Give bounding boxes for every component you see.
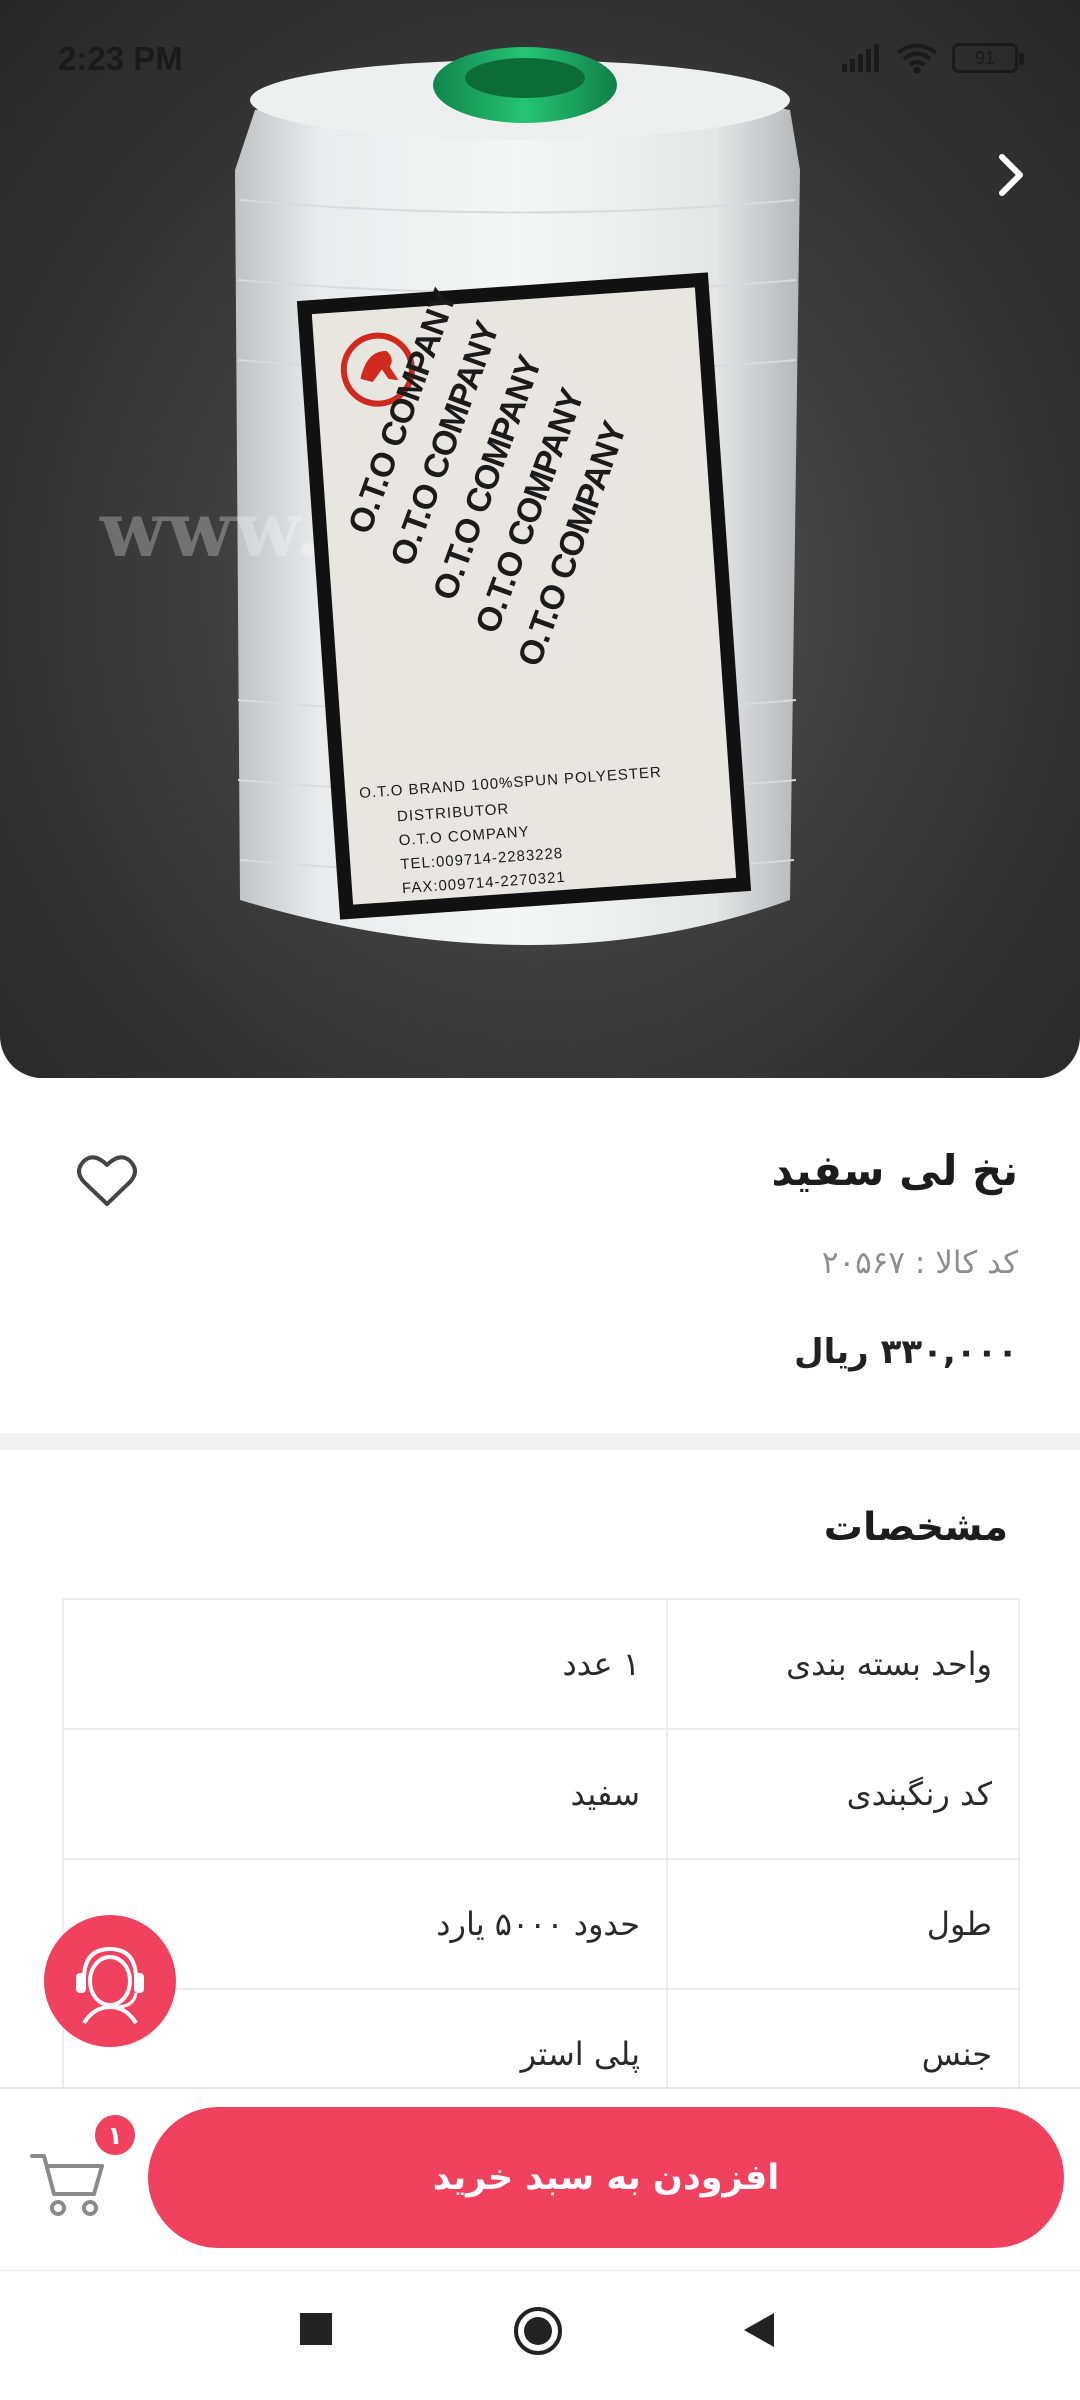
product-price: ۳۳۰,۰۰۰ ریال: [794, 1332, 1018, 1372]
back-triangle-icon[interactable]: [740, 2311, 778, 2349]
spec-key: کد رنگبندی: [666, 1730, 1018, 1858]
home-circle-icon[interactable]: [512, 2305, 564, 2357]
battery-icon: 91: [952, 43, 1024, 73]
product-title: نخ لی سفید: [771, 1146, 1018, 1195]
support-button[interactable]: [44, 1915, 176, 2047]
spool-label: O.T.O COMPANY O.T.O COMPANY O.T.O COMPAN…: [296, 272, 752, 920]
spec-row: طول حدود ۵۰۰۰ یارد: [64, 1860, 1018, 1990]
wifi-icon: [896, 43, 938, 74]
spec-row: واحد بسته بندی ۱ عدد: [64, 1600, 1018, 1730]
status-bar: 2:23 PM 91: [0, 0, 1080, 120]
thread-spool-photo: www. .com O.T.O COMPANY O.T.O COMPANY O.…: [0, 0, 1080, 1078]
spec-value: ۱ عدد: [562, 1645, 641, 1683]
signal-icon: [842, 44, 879, 72]
spec-value: سفید: [570, 1775, 640, 1813]
heart-icon[interactable]: [76, 1152, 138, 1210]
specs-table: واحد بسته بندی ۱ عدد کد رنگبندی سفید طول…: [62, 1598, 1020, 2120]
specs-title: مشخصات: [823, 1505, 1008, 1550]
status-icons: 91: [842, 42, 1024, 74]
product-code: کد کالا : ۲۰۵۶۷: [821, 1245, 1018, 1281]
spec-key: واحد بسته بندی: [666, 1600, 1018, 1728]
spec-key: طول: [666, 1860, 1018, 1988]
system-nav-bar: [0, 2270, 1080, 2400]
cart-count-badge: ۱: [92, 2112, 138, 2158]
cart-icon[interactable]: [28, 2144, 108, 2220]
add-to-cart-button[interactable]: افزودن به سبد خرید: [148, 2107, 1064, 2248]
headset-support-icon: [76, 1946, 144, 2025]
chevron-right-icon[interactable]: [980, 145, 1040, 205]
section-divider: [0, 1433, 1080, 1450]
spec-row: کد رنگبندی سفید: [64, 1730, 1018, 1860]
status-time: 2:23 PM: [58, 40, 183, 77]
recents-square-icon[interactable]: [298, 2311, 334, 2347]
product-image[interactable]: www. .com O.T.O COMPANY O.T.O COMPANY O.…: [0, 0, 1080, 1078]
bottom-action-bar: ۱ افزودن به سبد خرید: [0, 2087, 1080, 2270]
label-bottom-line: O.T.O BRAND 100%SPUN POLYESTER: [358, 763, 663, 802]
